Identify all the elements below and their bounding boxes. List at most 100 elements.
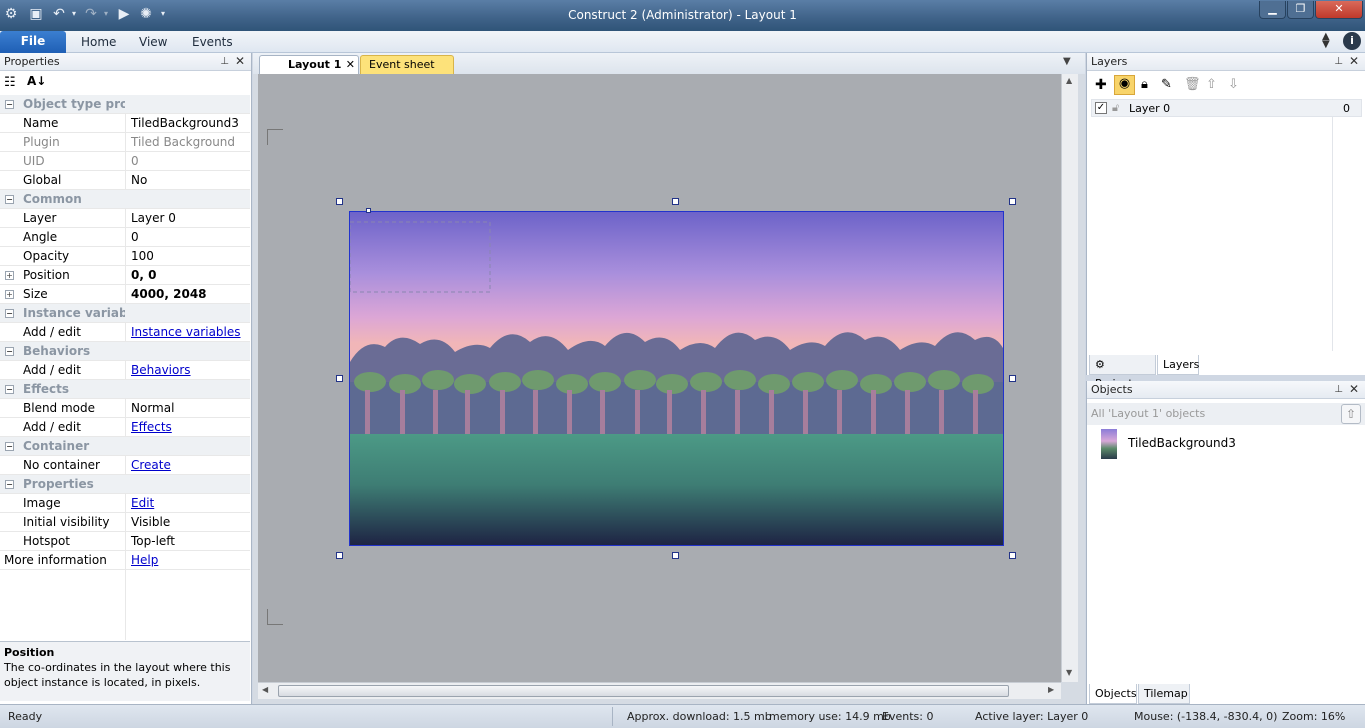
property-row[interactable]: Add / edit Instance variables [0, 323, 250, 342]
tiled-background-instance[interactable] [349, 211, 1004, 546]
close-icon[interactable]: ✕ [1349, 381, 1359, 398]
events-menu-tab[interactable]: Events [192, 35, 233, 49]
property-value[interactable]: Tiled Background [125, 133, 250, 151]
collapse-icon[interactable]: − [5, 480, 14, 489]
property-link[interactable]: Edit [125, 494, 250, 512]
property-link[interactable]: Effects [125, 418, 250, 436]
home-menu-tab[interactable]: Home [81, 35, 116, 49]
close-icon[interactable]: ✕ [1349, 53, 1359, 70]
resize-handle[interactable] [1009, 198, 1016, 205]
property-value[interactable]: 0, 0 [125, 266, 250, 284]
pin-icon[interactable]: ⊥ [220, 53, 229, 70]
sort-alphabetical-icon[interactable]: A↓ [27, 74, 46, 88]
resize-handle[interactable] [672, 198, 679, 205]
property-value[interactable]: Top-left [125, 532, 250, 550]
property-value[interactable]: Visible [125, 513, 250, 531]
delete-layer-icon[interactable]: 🗑︎ [1184, 77, 1201, 92]
tab-list-dropdown-icon[interactable]: ▼ [1063, 56, 1071, 67]
property-row[interactable]: More information Help [0, 551, 250, 570]
property-link[interactable]: Behaviors [125, 361, 250, 379]
property-value[interactable]: Normal [125, 399, 250, 417]
property-row[interactable]: Add / edit Behaviors [0, 361, 250, 380]
tab-layout-1[interactable]: Layout 1 ✕ [259, 55, 359, 74]
resize-handle[interactable] [672, 552, 679, 559]
property-category[interactable]: − Container [0, 437, 250, 456]
property-link[interactable]: Instance variables [125, 323, 250, 341]
tab-layers[interactable]: Layers [1157, 355, 1199, 375]
property-value[interactable]: TiledBackground3 [125, 114, 250, 132]
link-text[interactable]: Effects [131, 420, 172, 434]
property-row[interactable]: Image Edit [0, 494, 250, 513]
property-category[interactable]: −Instance variables [0, 304, 250, 323]
collapse-icon[interactable]: − [5, 385, 14, 394]
layer-row[interactable]: ✓ 🔓︎ Layer 0 0 [1091, 99, 1362, 117]
maximize-button[interactable]: ❐ [1287, 1, 1314, 19]
resize-handle[interactable] [336, 552, 343, 559]
tab-tilemap[interactable]: Tilemap [1138, 684, 1190, 704]
expand-icon[interactable]: + [5, 290, 14, 299]
tab-objects[interactable]: Objects [1089, 684, 1137, 704]
property-link[interactable]: Create [125, 456, 250, 474]
origin-handle[interactable] [366, 208, 371, 213]
move-layer-down-icon[interactable]: ⇩ [1228, 77, 1239, 92]
scroll-left-icon[interactable]: ◀ [262, 685, 268, 694]
property-category[interactable]: − Effects [0, 380, 250, 399]
property-row[interactable]: + Size 4000, 2048 [0, 285, 250, 304]
link-text[interactable]: Edit [131, 496, 154, 510]
scroll-right-icon[interactable]: ▶ [1048, 685, 1054, 694]
resize-handle[interactable] [336, 198, 343, 205]
link-text[interactable]: Help [131, 553, 158, 567]
tab-event-sheet-1[interactable]: Event sheet 1 [360, 55, 454, 88]
property-value[interactable]: 4000, 2048 [125, 285, 250, 303]
property-row[interactable]: Opacity 100 [0, 247, 250, 266]
layer-visible-checkbox[interactable]: ✓ [1095, 102, 1107, 114]
add-layer-icon[interactable]: ✚ [1095, 77, 1107, 93]
property-row[interactable]: Add / edit Effects [0, 418, 250, 437]
resize-handle[interactable] [1009, 375, 1016, 382]
view-menu-tab[interactable]: View [139, 35, 167, 49]
ribbon-collapse-icon[interactable]: ▲ ▼ [1322, 32, 1330, 50]
collapse-icon[interactable]: − [5, 347, 14, 356]
property-value[interactable]: 0 [125, 152, 250, 170]
property-row[interactable]: Hotspot Top-left [0, 532, 250, 551]
scroll-thumb[interactable] [278, 685, 1009, 697]
property-row[interactable]: Global No [0, 171, 250, 190]
pin-icon[interactable]: ⊥ [1334, 53, 1343, 70]
property-row[interactable]: Initial visibility Visible [0, 513, 250, 532]
resize-handle[interactable] [336, 375, 343, 382]
expand-icon[interactable]: + [5, 271, 14, 280]
property-row[interactable]: Layer Layer 0 [0, 209, 250, 228]
collapse-icon[interactable]: − [5, 100, 14, 109]
property-value[interactable]: 100 [125, 247, 250, 265]
scroll-up-icon[interactable]: ▲ [1066, 76, 1072, 85]
object-item[interactable]: TiledBackground3 [1091, 429, 1362, 459]
property-value[interactable]: Layer 0 [125, 209, 250, 227]
link-text[interactable]: Instance variables [131, 325, 241, 339]
property-row[interactable]: UID 0 [0, 152, 250, 171]
property-row[interactable]: Name TiledBackground3 [0, 114, 250, 133]
property-category[interactable]: −Object type properties [0, 95, 250, 114]
tab-close-icon[interactable]: ✕ [346, 56, 355, 73]
layer-lock-icon[interactable]: 🔓︎ [1112, 101, 1119, 115]
layout-canvas[interactable] [258, 74, 1061, 682]
property-value[interactable]: 0 [125, 228, 250, 246]
close-icon[interactable]: ✕ [235, 53, 245, 70]
close-button[interactable]: ✕ [1315, 1, 1363, 19]
visibility-eye-icon[interactable]: ◉ [1114, 75, 1135, 95]
vertical-scrollbar[interactable]: ▲ ▼ [1061, 74, 1078, 682]
horizontal-scrollbar[interactable]: ◀ ▶ [258, 682, 1061, 699]
tab-projects[interactable]: ⚙ Projects [1089, 355, 1156, 390]
edit-layer-icon[interactable]: ✎ [1161, 77, 1172, 92]
link-text[interactable]: Behaviors [131, 363, 191, 377]
scroll-down-icon[interactable]: ▼ [1066, 668, 1072, 677]
info-icon[interactable]: i [1343, 32, 1361, 50]
property-category[interactable]: − Behaviors [0, 342, 250, 361]
resize-handle[interactable] [1009, 552, 1016, 559]
lock-icon[interactable]: 🔒︎ [1141, 77, 1148, 92]
move-layer-up-icon[interactable]: ⇧ [1206, 77, 1217, 92]
property-row[interactable]: + Position 0, 0 [0, 266, 250, 285]
property-row[interactable]: Angle 0 [0, 228, 250, 247]
property-value[interactable]: No [125, 171, 250, 189]
categorized-view-icon[interactable]: ☷ [4, 75, 16, 90]
property-category[interactable]: − Properties [0, 475, 250, 494]
